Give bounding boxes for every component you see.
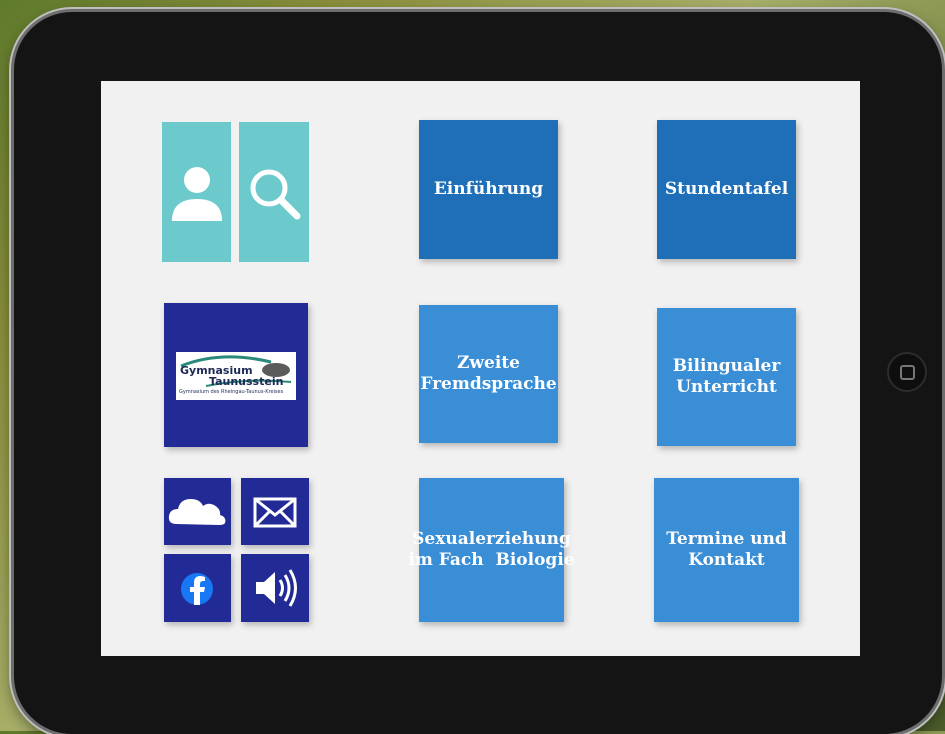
- person-icon: [172, 167, 222, 221]
- tile-bilingual-line2: Unterricht: [676, 377, 777, 397]
- school-logo-tile[interactable]: Gymnasium Taunusstein Gymnasium des Rhei…: [164, 303, 308, 447]
- cloud-tile[interactable]: [164, 478, 231, 545]
- tile-sexual-line1: Sexualerziehung: [412, 529, 571, 549]
- tile-stundentafel[interactable]: Stundentafel: [657, 120, 796, 259]
- search-tile[interactable]: [239, 122, 309, 262]
- tile-termine-kontakt[interactable]: Termine und Kontakt: [654, 478, 799, 622]
- tile-termine-line1: Termine und: [666, 529, 787, 549]
- tile-bilingual-line1: Bilingualer: [672, 356, 781, 376]
- tile-bilingualer-unterricht[interactable]: Bilingualer Unterricht: [657, 308, 796, 446]
- tile-einfuehrung[interactable]: Einführung: [419, 120, 558, 259]
- facebook-tile[interactable]: [164, 554, 231, 622]
- profile-tile[interactable]: [162, 122, 231, 262]
- tile-stundentafel-label: Stundentafel: [664, 179, 789, 199]
- search-icon: [250, 169, 301, 220]
- tile-zweite-line1: Zweite: [457, 353, 520, 373]
- logo-subtitle: Gymnasium des Rheingau-Taunus-Kreises: [179, 389, 284, 395]
- home-button[interactable]: [887, 352, 927, 392]
- speaker-icon: [256, 569, 297, 607]
- tile-einfuehrung-label: Einführung: [433, 179, 544, 199]
- mail-icon: [253, 497, 297, 528]
- logo-text-line2: Taunusstein: [209, 375, 284, 388]
- mail-tile[interactable]: [241, 478, 309, 545]
- tile-zweite-line2: Fremdsprache: [420, 374, 557, 394]
- cloud-icon: [168, 499, 226, 525]
- app-screen: Einführung Stundentafel Gymnasium Taunus…: [101, 81, 860, 656]
- tile-termine-line2: Kontakt: [688, 550, 765, 570]
- tile-zweite-fremdsprache[interactable]: Zweite Fremdsprache: [419, 305, 558, 443]
- tile-sexualerziehung[interactable]: Sexualerziehung im Fach Biologie: [408, 478, 575, 622]
- school-logo: Gymnasium Taunusstein Gymnasium des Rhei…: [176, 352, 296, 400]
- sound-tile[interactable]: [241, 554, 309, 622]
- tile-sexual-line2: im Fach Biologie: [408, 550, 575, 570]
- facebook-icon: [181, 573, 213, 605]
